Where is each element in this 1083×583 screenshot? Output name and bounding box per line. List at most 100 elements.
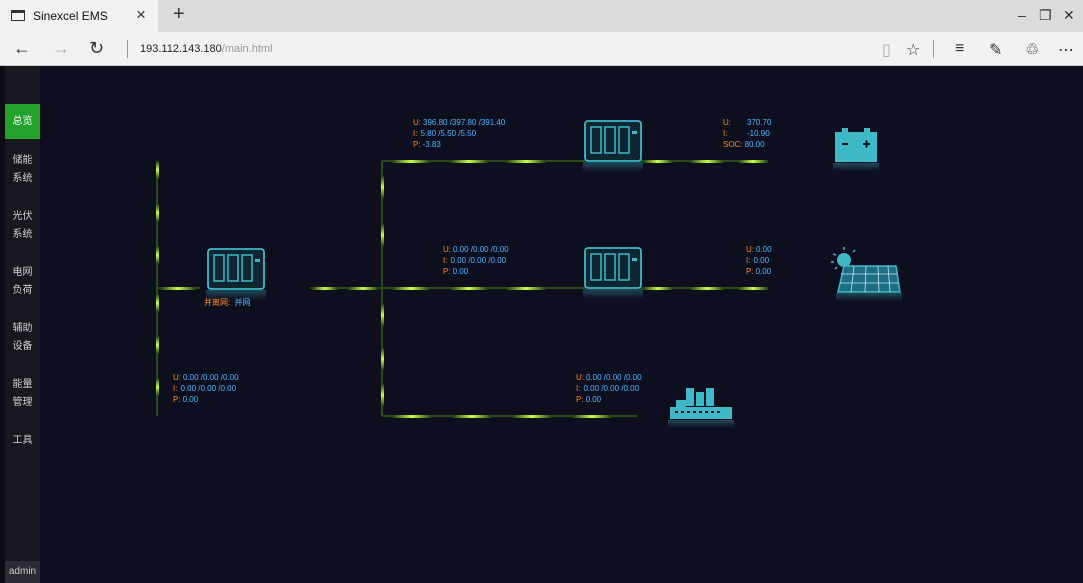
sidebar-item-label: 系统 <box>12 173 33 184</box>
grid-p-value: 0.00 <box>183 395 199 404</box>
load-p-value: 0.00 <box>586 395 602 404</box>
load-factory-icon[interactable] <box>668 388 734 428</box>
sidebar-item-grid-load[interactable]: 电网 负荷 <box>5 264 40 300</box>
ems-app: 总览 储能 系统 光伏 系统 电网 负荷 辅助 设备 能量 管理 工具 admi… <box>0 66 1083 583</box>
sidebar-item-storage-system[interactable]: 储能 系统 <box>5 152 40 188</box>
load-u-value: 0.00 /0.00 /0.00 <box>586 373 642 382</box>
svg-text:P:0.00: P: 0.00 <box>576 395 602 404</box>
svg-text:U:0.00 /0.00 /0.00: U: 0.00 /0.00 /0.00 <box>576 373 642 382</box>
storage-p-label: P: <box>413 140 421 149</box>
pv-array-u-label: U: <box>746 245 754 254</box>
refresh-icon[interactable]: ↻ <box>89 38 104 59</box>
sidebar-item-energy-management[interactable]: 能量 管理 <box>5 376 40 412</box>
restore-icon[interactable]: ❐ <box>1039 7 1052 24</box>
svg-text:P:0.00: P: 0.00 <box>746 267 772 276</box>
pv-pcs-u-label: U: <box>443 245 451 254</box>
svg-text:U:0.00 /0.00 /0.00: U: 0.00 /0.00 /0.00 <box>173 373 239 382</box>
main-inverter-icon[interactable] <box>206 248 266 300</box>
back-icon[interactable]: ← <box>13 38 31 59</box>
battery-readings: U: 370.70 I: -10.90 SOC: 80.00 <box>723 118 772 149</box>
sidebar: 总览 储能 系统 光伏 系统 电网 负荷 辅助 设备 能量 管理 工具 admi… <box>5 66 40 583</box>
storage-u-value: 396.80 /397.80 /391.40 <box>423 118 506 127</box>
svg-text:P:0.00: P: 0.00 <box>173 395 199 404</box>
address-separator <box>127 40 128 58</box>
sidebar-item-label: 辅助 <box>12 323 33 334</box>
svg-text:I:5.80 /5.50 /5.50: I: 5.80 /5.50 /5.50 <box>413 129 477 138</box>
svg-text:I:0.00 /0.00 /0.00: I: 0.00 /0.00 /0.00 <box>443 256 507 265</box>
load-p-label: P: <box>576 395 584 404</box>
minimize-icon[interactable]: – <box>1018 7 1026 23</box>
battery-u-value: 370.70 <box>747 118 772 127</box>
pv-pcs-p-label: P: <box>443 267 451 276</box>
more-icon[interactable]: ⋯ <box>1058 40 1074 60</box>
pv-array-p-value: 0.00 <box>756 267 772 276</box>
svg-text:P:-3.83: P: -3.83 <box>413 140 441 149</box>
forward-icon[interactable]: → <box>52 38 70 59</box>
storage-i-value: 5.80 /5.50 /5.50 <box>420 129 476 138</box>
url-host: 193.112.143.180 <box>140 43 222 55</box>
svg-text:SOC:80.00: SOC: 80.00 <box>723 140 765 149</box>
new-tab-icon[interactable]: + <box>173 3 185 26</box>
battery-i-label: I: <box>723 129 727 138</box>
sidebar-item-label: 能量 <box>12 379 33 390</box>
energy-flow-diagram: 并离网: 并网 U: 396.80 /397.80 /391.40 I: 5.8… <box>156 118 902 428</box>
sidebar-item-pv-system[interactable]: 光伏 系统 <box>5 208 40 244</box>
pv-pcs-icon[interactable] <box>583 247 643 299</box>
browser-tab[interactable]: Sinexcel EMS × <box>0 0 158 32</box>
sidebar-item-label: 光伏 <box>12 211 33 222</box>
storage-i-label: I: <box>413 129 417 138</box>
close-window-icon[interactable]: ✕ <box>1063 7 1075 24</box>
load-readings: U: 0.00 /0.00 /0.00 I: 0.00 /0.00 /0.00 P:… <box>576 373 642 404</box>
hub-icon[interactable]: ≡ <box>955 40 964 58</box>
sidebar-item-label: 系统 <box>12 229 33 240</box>
toolbar-separator <box>933 40 934 58</box>
sidebar-item-label: 总览 <box>12 116 33 127</box>
pv-pcs-readings: U: 0.00 /0.00 /0.00 I: 0.00 /0.00 /0.00 P:… <box>443 245 509 276</box>
browser-nav-bar: ← → ↻ 193.112.143.180/main.html ▯ ☆ ≡ ✎ … <box>0 32 1083 66</box>
storage-p-value: -3.83 <box>423 140 442 149</box>
address-bar[interactable]: 193.112.143.180/main.html <box>140 43 273 55</box>
svg-text:I:0.00 /0.00 /0.00: I: 0.00 /0.00 /0.00 <box>576 384 640 393</box>
battery-soc-value: 80.00 <box>745 140 766 149</box>
tab-title: Sinexcel EMS <box>33 9 108 23</box>
sidebar-item-label: 工具 <box>12 435 33 446</box>
sidebar-item-auxiliary-equipment[interactable]: 辅助 设备 <box>5 320 40 356</box>
pv-pcs-i-value: 0.00 /0.00 /0.00 <box>450 256 506 265</box>
pv-pcs-p-value: 0.00 <box>453 267 469 276</box>
sidebar-item-label: 管理 <box>12 397 33 408</box>
pv-pcs-i-label: I: <box>443 256 447 265</box>
reading-view-icon[interactable]: ▯ <box>882 40 891 60</box>
grid-i-label: I: <box>173 384 177 393</box>
share-icon[interactable]: ♲ <box>1025 40 1039 60</box>
storage-pcs-icon[interactable] <box>583 120 643 172</box>
sidebar-item-label: 电网 <box>12 267 33 278</box>
user-label[interactable]: admin <box>5 561 40 583</box>
web-note-icon[interactable]: ✎ <box>989 40 1002 60</box>
svg-text:P:0.00: P: 0.00 <box>443 267 469 276</box>
close-tab-icon[interactable]: × <box>136 5 146 25</box>
grid-u-label: U: <box>173 373 181 382</box>
load-i-label: I: <box>576 384 580 393</box>
solar-panel-icon[interactable] <box>831 247 902 301</box>
page-icon <box>11 10 25 21</box>
pv-array-p-label: P: <box>746 267 754 276</box>
svg-text:U:370.70: U: 370.70 <box>723 118 772 127</box>
sidebar-item-label: 储能 <box>12 155 33 166</box>
sidebar-item-overview[interactable]: 总览 <box>5 104 40 139</box>
pv-array-i-value: 0.00 <box>753 256 769 265</box>
storage-pcs-readings: U: 396.80 /397.80 /391.40 I: 5.80 /5.50 /5… <box>413 118 506 149</box>
load-i-value: 0.00 /0.00 /0.00 <box>583 384 639 393</box>
grid-mode-label: 并离网: <box>204 297 230 307</box>
sidebar-item-label: 设备 <box>12 341 33 352</box>
browser-tab-bar: Sinexcel EMS × + – ❐ ✕ <box>0 0 1083 32</box>
svg-text:I:0.00: I: 0.00 <box>746 256 770 265</box>
svg-text:U:0.00 /0.00 /0.00: U: 0.00 /0.00 /0.00 <box>443 245 509 254</box>
url-path: /main.html <box>221 43 273 55</box>
battery-u-label: U: <box>723 118 731 127</box>
battery-soc-label: SOC: <box>723 140 743 149</box>
battery-icon[interactable] <box>833 128 879 171</box>
grid-mode-value: 并网 <box>234 297 250 307</box>
sidebar-item-tools[interactable]: 工具 <box>5 432 40 450</box>
grid-readings: U: 0.00 /0.00 /0.00 I: 0.00 /0.00 /0.00 P:… <box>173 373 239 404</box>
favorite-star-icon[interactable]: ☆ <box>906 40 920 60</box>
